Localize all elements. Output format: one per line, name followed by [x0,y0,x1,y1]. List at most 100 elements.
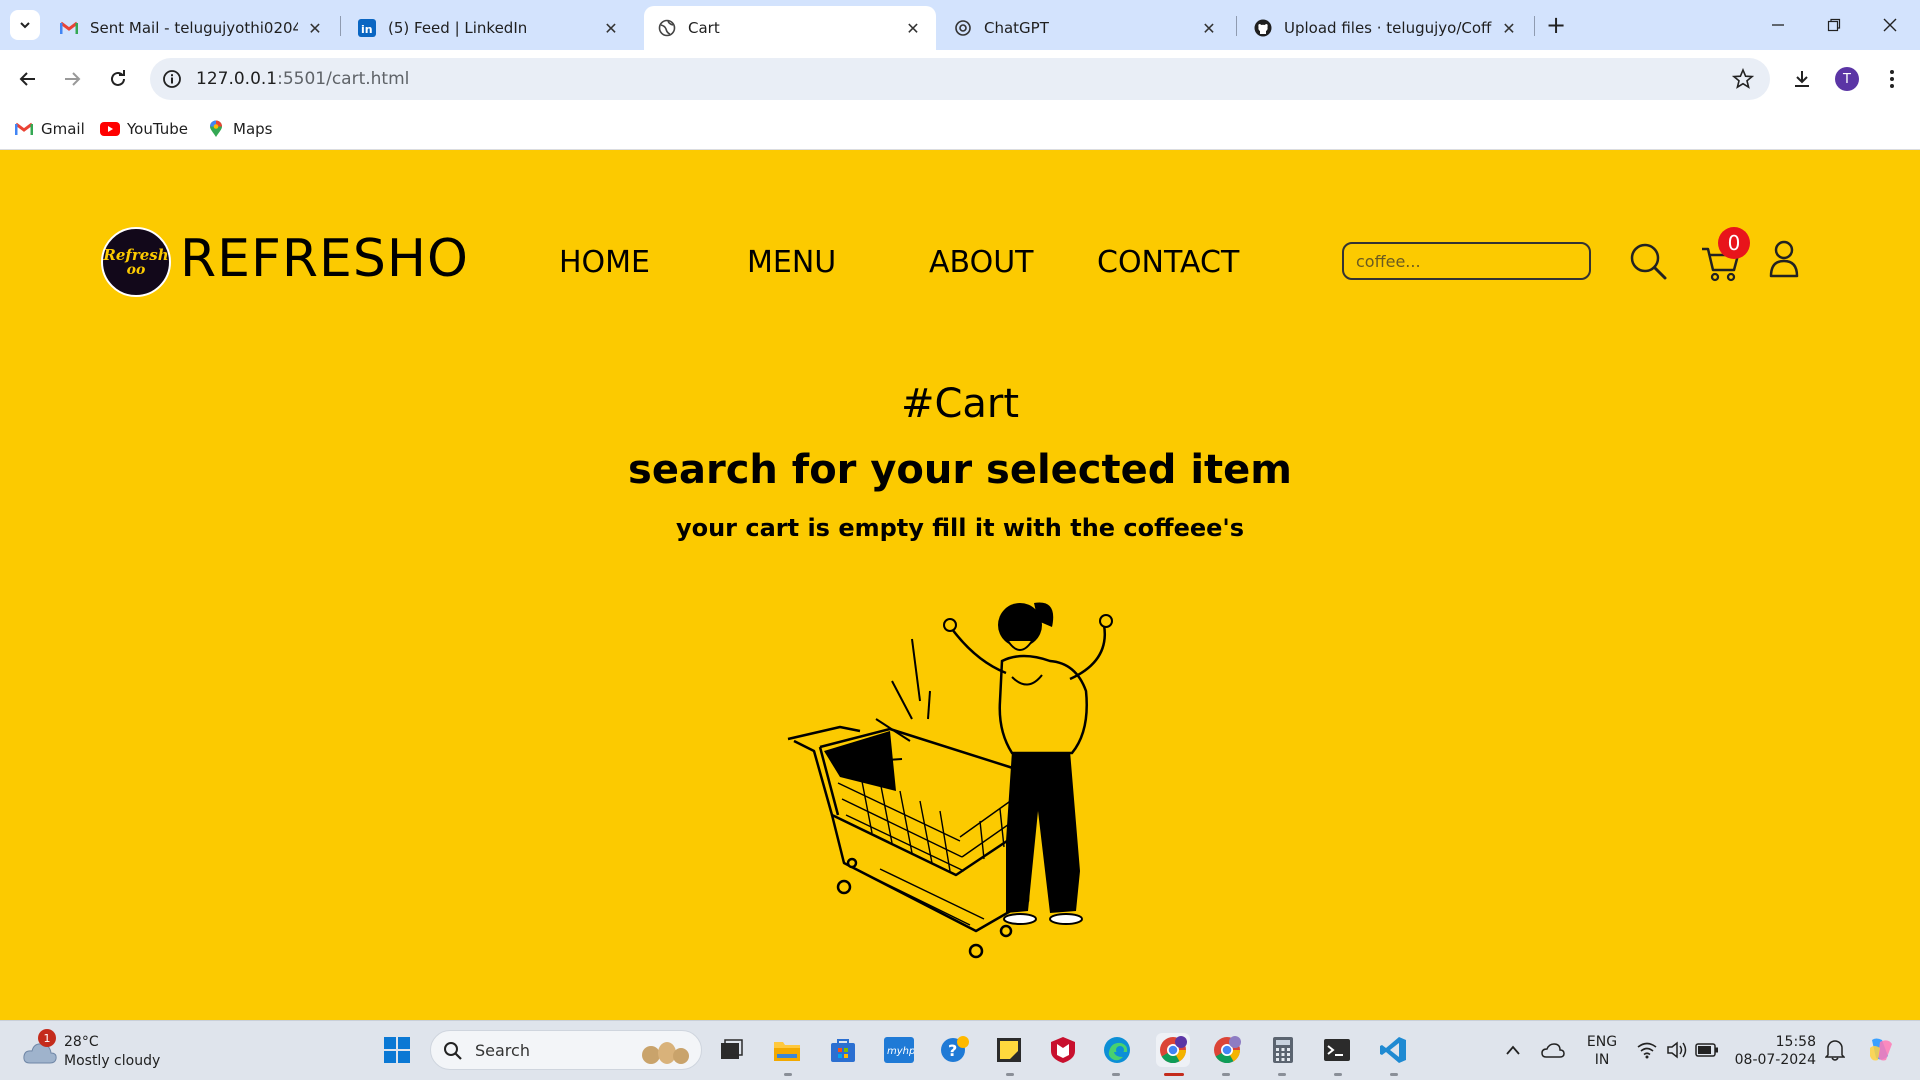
tab-chatgpt[interactable]: ChatGPT ✕ [940,6,1232,50]
gmail-icon [14,121,34,137]
nav-home[interactable]: HOME [559,245,650,280]
taskbar-search[interactable]: Search [430,1030,702,1070]
help-button[interactable]: ? [938,1033,972,1067]
bookmark-maps[interactable]: Maps [206,117,272,141]
chrome-icon [1160,1036,1187,1064]
close-icon[interactable]: ✕ [1500,19,1518,38]
tab-divider [340,16,341,36]
onedrive-button[interactable] [1536,1033,1570,1067]
windows-icon [384,1037,410,1063]
chrome-profile-button[interactable] [1210,1033,1244,1067]
myhp-button[interactable]: myhp [882,1033,916,1067]
svg-text:myhp: myhp [887,1046,914,1057]
new-tab-button[interactable]: + [1542,12,1570,40]
bookmark-youtube[interactable]: YouTube [100,117,188,141]
url-path: :5501/cart.html [277,69,410,89]
weather-condition: Mostly cloudy [64,1053,161,1069]
language-indicator[interactable]: ENG IN [1580,1033,1624,1069]
task-view-icon [721,1039,743,1059]
vscode-icon [1380,1037,1406,1063]
youtube-icon [100,121,120,137]
cart-count-badge: 0 [1718,227,1750,259]
profile-button[interactable]: T [1832,64,1862,94]
tab-gmail[interactable]: Sent Mail - telugujyothi0204@g ✕ [46,6,338,50]
tab-cart[interactable]: Cart ✕ [644,6,936,50]
logo[interactable]: Refresh oo [101,227,171,297]
search-icon [444,1042,462,1060]
clock-time: 15:58 [1775,1034,1816,1050]
restore-button[interactable] [1814,10,1854,40]
sticky-notes-icon [997,1038,1021,1062]
nav-about[interactable]: ABOUT [929,245,1033,280]
sticky-notes-button[interactable] [992,1033,1026,1067]
close-icon[interactable]: ✕ [306,19,324,38]
battery-button[interactable] [1690,1033,1724,1067]
nav-contact[interactable]: CONTACT [1097,245,1239,280]
taskbar: 1 28°C Mostly cloudy Search myhp ? ENG I… [0,1020,1920,1080]
logo-text: oo [126,261,146,278]
file-explorer-button[interactable] [770,1033,804,1067]
downloads-button[interactable] [1787,64,1817,94]
cart-heading: #Cart [900,381,1020,427]
svg-text:?: ? [948,1041,957,1060]
weather-text: 28°C Mostly cloudy [64,1033,160,1071]
bookmark-gmail[interactable]: Gmail [14,117,85,141]
start-button[interactable] [380,1033,414,1067]
terminal-button[interactable] [1320,1033,1354,1067]
svg-text:in: in [361,23,373,36]
running-indicator [1222,1073,1230,1076]
minimize-button[interactable] [1758,10,1798,40]
active-indicator [1164,1073,1184,1076]
tab-linkedin[interactable]: in (5) Feed | LinkedIn ✕ [344,6,634,50]
running-indicator [1334,1073,1342,1076]
forward-button[interactable] [57,64,87,94]
copilot-button[interactable] [1864,1033,1898,1067]
site-info-icon[interactable] [162,69,182,89]
clock[interactable]: 15:58 08-07-2024 [1726,1033,1816,1069]
close-icon[interactable]: ✕ [602,19,620,38]
edge-button[interactable] [1100,1033,1134,1067]
close-icon[interactable]: ✕ [1200,19,1218,38]
calculator-button[interactable] [1266,1033,1300,1067]
onedrive-icon [1541,1043,1565,1058]
chevron-down-icon [20,22,30,29]
back-button[interactable] [13,64,43,94]
menu-button[interactable] [1877,64,1907,94]
calculator-icon [1273,1037,1293,1063]
nav-menu[interactable]: MENU [747,245,836,280]
tab-title: Sent Mail - telugujyothi0204@g [90,19,298,37]
wifi-button[interactable] [1630,1033,1664,1067]
mcafee-button[interactable] [1046,1033,1080,1067]
weather-widget[interactable]: 1 28°C Mostly cloudy [20,1029,180,1073]
tab-search-button[interactable] [10,10,40,40]
close-window-button[interactable] [1870,10,1910,40]
store-button[interactable] [826,1033,860,1067]
url-text[interactable]: 127.0.0.1:5501/cart.html [196,69,409,89]
chrome-icon [1214,1036,1241,1064]
reload-button[interactable] [103,64,133,94]
star-icon[interactable] [1732,68,1754,90]
vscode-button[interactable] [1376,1033,1410,1067]
bookmark-label: YouTube [127,120,188,138]
url-host: 127.0.0.1 [196,69,278,89]
show-hidden-icons-button[interactable] [1496,1033,1530,1067]
region-code: IN [1594,1052,1610,1068]
hp-icon: myhp [884,1037,914,1063]
running-indicator [1278,1073,1286,1076]
tab-title: Upload files · telugujyo/Coffee_ [1284,19,1492,37]
cart-subheading: search for your selected item [628,447,1292,493]
bookmark-label: Maps [233,120,273,138]
search-input[interactable] [1342,242,1591,280]
tab-github[interactable]: Upload files · telugujyo/Coffee_ ✕ [1240,6,1532,50]
brand-name: REFRESHO [180,229,469,289]
notifications-button[interactable] [1818,1033,1852,1067]
search-icon[interactable] [1628,241,1668,281]
mcafee-icon [1051,1037,1075,1063]
close-icon[interactable]: ✕ [904,19,922,38]
address-bar[interactable]: 127.0.0.1:5501/cart.html [150,58,1770,100]
task-view-button[interactable] [714,1033,748,1067]
user-icon[interactable] [1768,239,1800,279]
volume-button[interactable] [1660,1033,1694,1067]
chrome-button[interactable] [1156,1033,1190,1067]
chevron-up-icon [1506,1045,1520,1055]
